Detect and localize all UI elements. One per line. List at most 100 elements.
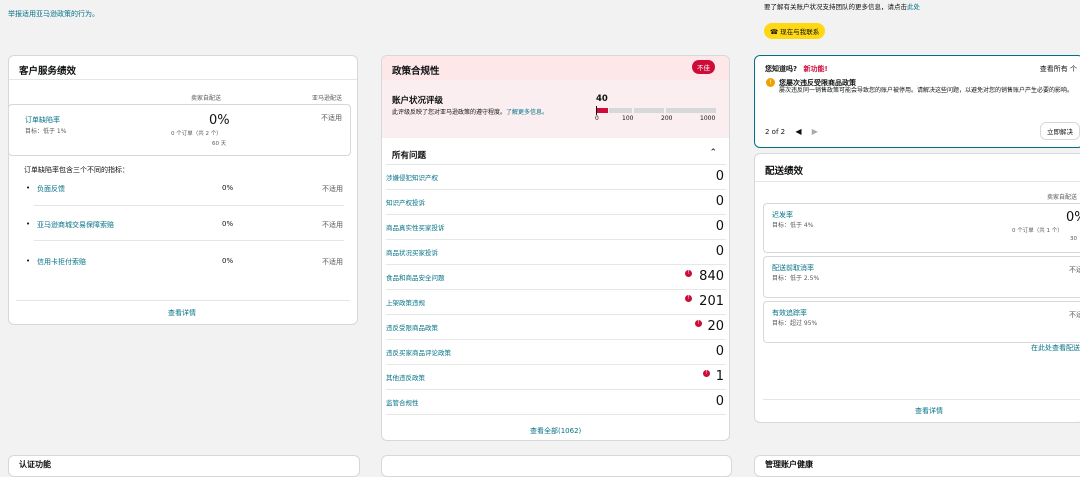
issue-row[interactable]: 监管合规性 0 <box>386 391 726 415</box>
ahr-scale-1000: 1000 <box>700 115 716 122</box>
issue-label[interactable]: 上架政策违规 <box>386 297 425 307</box>
odr-label[interactable]: 订单缺陷率 <box>25 115 60 125</box>
issue-row[interactable]: 违反受限商品政策 ! 20 <box>386 316 726 340</box>
issue-count: 0 <box>715 194 724 209</box>
alert-icon: ! <box>685 270 692 277</box>
account-health-rating: 账户状况评级 此评级反映了您对亚马逊政策的遵守程度。了解更多信息。 40 0 1… <box>382 80 729 138</box>
odr-box[interactable]: 订单缺陷率 目标：低于 1% 0% 0 个订单（共 2 个） 60 天 不适用 <box>8 104 351 156</box>
card-title: 认证功能 <box>19 460 51 469</box>
view-more-link[interactable]: 在此处查看配送 <box>1031 343 1080 353</box>
odr-period: 60 天 <box>212 141 227 147</box>
next-arrow-icon[interactable]: ▶ <box>812 127 818 136</box>
issue-label[interactable]: 食品和商品安全问题 <box>386 272 445 282</box>
issue-label[interactable]: 监管合规性 <box>386 397 419 407</box>
issue-row[interactable]: 食品和商品安全问题 ! 840 <box>386 266 726 290</box>
issue-label[interactable]: 其他违反政策 <box>386 372 425 382</box>
metric-target: 目标：超过 95% <box>772 320 818 327</box>
sub-metric-label[interactable]: 亚马逊商城交易保障索赔 <box>37 220 114 230</box>
divider <box>763 399 1080 400</box>
policy-compliance-card: 政策合规性 不佳 账户状况评级 此评级反映了您对亚马逊政策的遵守程度。了解更多信… <box>381 55 730 441</box>
metric-box[interactable]: 迟发率 目标：低于 4% 0% 0 个订单（共 1 个） 30 <box>763 203 1080 253</box>
ahr-scale-100: 100 <box>622 115 634 122</box>
pager: 2 of 2 ◀ ▶ <box>765 127 818 136</box>
dyk-header: 您知道吗? 新功能! <box>765 65 828 73</box>
alert-icon: ! <box>703 370 710 377</box>
issue-label[interactable]: 知识产权投诉 <box>386 197 425 207</box>
status-badge: 不佳 <box>692 60 715 74</box>
card-title: 客户服务绩效 <box>19 66 77 77</box>
metric-box[interactable]: 配送前取消率 目标：低于 2.5% 不适 <box>763 256 1080 298</box>
metric-label[interactable]: 有效追踪率 <box>772 308 807 318</box>
issue-count: 0 <box>715 394 724 409</box>
odr-detail: 0 个订单（共 2 个） <box>171 131 222 137</box>
sub-metric-value: 0% <box>222 184 234 192</box>
resolve-now-button[interactable]: 立即解决 <box>1040 122 1080 140</box>
issue-row[interactable]: 涉嫌侵犯知识产权 0 <box>386 166 726 190</box>
metric-detail: 0 个订单（共 1 个） <box>1012 228 1063 234</box>
sub-metric-amazon: 不适用 <box>322 185 343 193</box>
ahr-value: 40 <box>596 94 608 104</box>
sub-metric-value: 0% <box>222 257 234 265</box>
view-all-link[interactable]: 查看所有 个 <box>1040 64 1077 74</box>
pager-text: 2 of 2 <box>765 128 786 136</box>
view-details-link[interactable]: 查看详情 <box>915 406 943 416</box>
dyk-body: 屡次违反同一销售政策可能会导致您的账户被停用。请解决这些问题，以避免对您的销售账… <box>779 87 1074 94</box>
prev-arrow-icon[interactable]: ◀ <box>795 127 801 136</box>
divider <box>386 164 726 165</box>
divider <box>16 300 350 301</box>
ahr-title: 账户状况评级 <box>392 96 444 106</box>
top-note[interactable]: 举报适用亚马逊政策的行为。 <box>8 9 99 19</box>
issue-label[interactable]: 违反买家商品评论政策 <box>386 347 451 357</box>
issue-count: 0 <box>715 244 724 259</box>
card-header: 客户服务绩效 <box>9 56 357 80</box>
issue-row[interactable]: 商品真实性买家投诉 0 <box>386 216 726 240</box>
ahr-bar-segment <box>609 108 632 113</box>
divider <box>755 181 1080 182</box>
collapse-chevron-icon[interactable]: ⌃ <box>709 148 717 158</box>
metric-label[interactable]: 迟发率 <box>772 210 793 220</box>
issue-label[interactable]: 违反受限商品政策 <box>386 322 438 332</box>
metric-value: 不适 <box>1069 266 1080 274</box>
learn-more-link[interactable]: 了解更多信息。 <box>506 109 548 116</box>
metric-label[interactable]: 配送前取消率 <box>772 263 814 273</box>
metric-box[interactable]: 有效追踪率 目标：超过 95% 不适 <box>763 301 1080 343</box>
shipping-performance-card: 配送绩效 卖家自配送 迟发率 目标：低于 4% 0% 0 个订单（共 1 个） … <box>754 153 1080 423</box>
notice-link[interactable]: 此处 <box>907 3 920 11</box>
issue-row[interactable]: 违反买家商品评论政策 0 <box>386 341 726 365</box>
new-feature-badge: 新功能! <box>803 65 828 73</box>
view-details-link[interactable]: 查看详情 <box>168 308 196 318</box>
ahr-bar-critical <box>596 108 608 113</box>
sub-metric-amazon: 不适用 <box>322 258 343 266</box>
issue-row[interactable]: 商品状况买家投诉 0 <box>386 241 726 265</box>
metric-target: 目标：低于 4% <box>772 222 814 229</box>
ahr-marker <box>596 106 597 115</box>
card-title: 管理账户健康 <box>765 460 813 469</box>
issue-label[interactable]: 涉嫌侵犯知识产权 <box>386 172 438 182</box>
card-header: 政策合规性 不佳 <box>382 56 729 80</box>
alert-icon: ! <box>685 295 692 302</box>
certification-card: 认证功能 <box>8 455 360 477</box>
sub-metric-amazon: 不适用 <box>322 221 343 229</box>
metric-value: 0% <box>1066 210 1080 225</box>
issue-label[interactable]: 商品状况买家投诉 <box>386 247 438 257</box>
issue-row[interactable]: 上架政策违规 ! 201 <box>386 291 726 315</box>
metric-target: 目标：低于 2.5% <box>772 275 820 282</box>
ahr-bar <box>596 106 716 115</box>
issue-count: 840 <box>699 269 724 284</box>
view-all-link[interactable]: 查看全部(1062) <box>530 426 581 436</box>
sub-metric-label[interactable]: 负面反馈 <box>37 184 65 194</box>
sub-metric-label[interactable]: 信用卡拒付索赔 <box>37 257 86 267</box>
alert-icon: ! <box>695 320 702 327</box>
issue-label[interactable]: 商品真实性买家投诉 <box>386 222 445 232</box>
issue-count: 20 <box>707 319 724 334</box>
issue-row[interactable]: 其他违反政策 ! 1 <box>386 366 726 390</box>
col-seller: 卖家自配送 <box>191 95 222 102</box>
issue-count: 0 <box>715 344 724 359</box>
divider <box>34 205 344 206</box>
card-title: 配送绩效 <box>765 166 804 177</box>
warning-icon: ! <box>766 78 775 87</box>
contact-button[interactable]: ☎ 现在与我联系 <box>764 23 826 39</box>
issue-row[interactable]: 知识产权投诉 0 <box>386 191 726 215</box>
account-health-manage-card: 管理账户健康 <box>754 455 1080 477</box>
odr-intro: 订单缺陷率包含三个不同的指标： <box>24 166 129 174</box>
